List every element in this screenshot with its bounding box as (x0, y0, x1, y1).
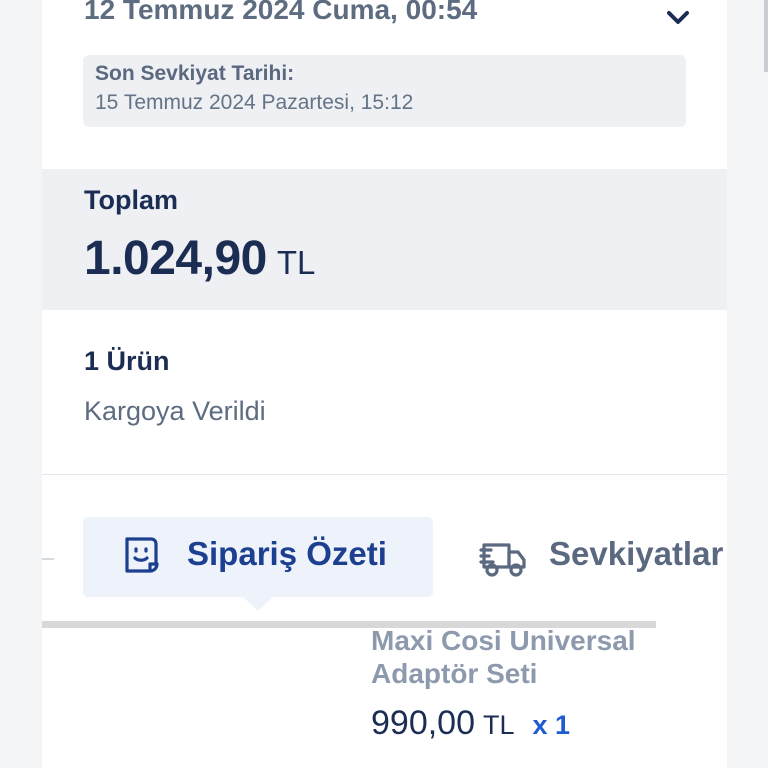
section-divider (42, 474, 727, 475)
receipt-icon (125, 537, 159, 573)
tab-scroll-indicator (42, 558, 54, 560)
last-shipment-label: Son Sevkiyat Tarihi: (95, 62, 295, 85)
order-card: 12 Temmuz 2024 Cuma, 00:54 Son Sevkiyat … (42, 0, 727, 768)
order-detail-screen: 12 Temmuz 2024 Cuma, 00:54 Son Sevkiyat … (0, 0, 768, 768)
page-scroll-thumb[interactable] (764, 0, 768, 72)
product-price-line: 990,00 TL x 1 (371, 704, 570, 743)
item-count: 1 Ürün (84, 346, 170, 376)
order-total-section: Toplam 1.024,90 TL (42, 169, 727, 310)
tab-shipments[interactable]: Sevkiyatlar (471, 517, 727, 597)
total-label: Toplam (84, 185, 178, 215)
tab-shipments-label: Sevkiyatlar (549, 535, 724, 572)
total-price: 1.024,90 TL (84, 231, 315, 286)
tab-order-summary-label: Sipariş Özeti (187, 535, 387, 572)
order-date: 12 Temmuz 2024 Cuma, 00:54 (84, 0, 478, 25)
last-shipment-box: Son Sevkiyat Tarihi: 15 Temmuz 2024 Paza… (83, 55, 686, 127)
tab-order-summary[interactable]: Sipariş Özeti (83, 517, 433, 611)
page-scroll-track[interactable] (756, 0, 768, 768)
last-shipment-date: 15 Temmuz 2024 Pazartesi, 15:12 (95, 91, 414, 114)
product-quantity: x 1 (532, 710, 571, 740)
order-status: Kargoya Verildi (84, 396, 266, 426)
total-currency: TL (276, 244, 316, 281)
product-price-currency: TL (483, 710, 515, 740)
chevron-down-icon[interactable] (662, 4, 694, 32)
delivery-truck-icon (479, 543, 526, 577)
product-price-amount: 990,00 (371, 704, 475, 742)
total-amount: 1.024,90 (84, 232, 267, 285)
product-name[interactable]: Maxi Cosi Universal Adaptör Seti (371, 624, 701, 690)
